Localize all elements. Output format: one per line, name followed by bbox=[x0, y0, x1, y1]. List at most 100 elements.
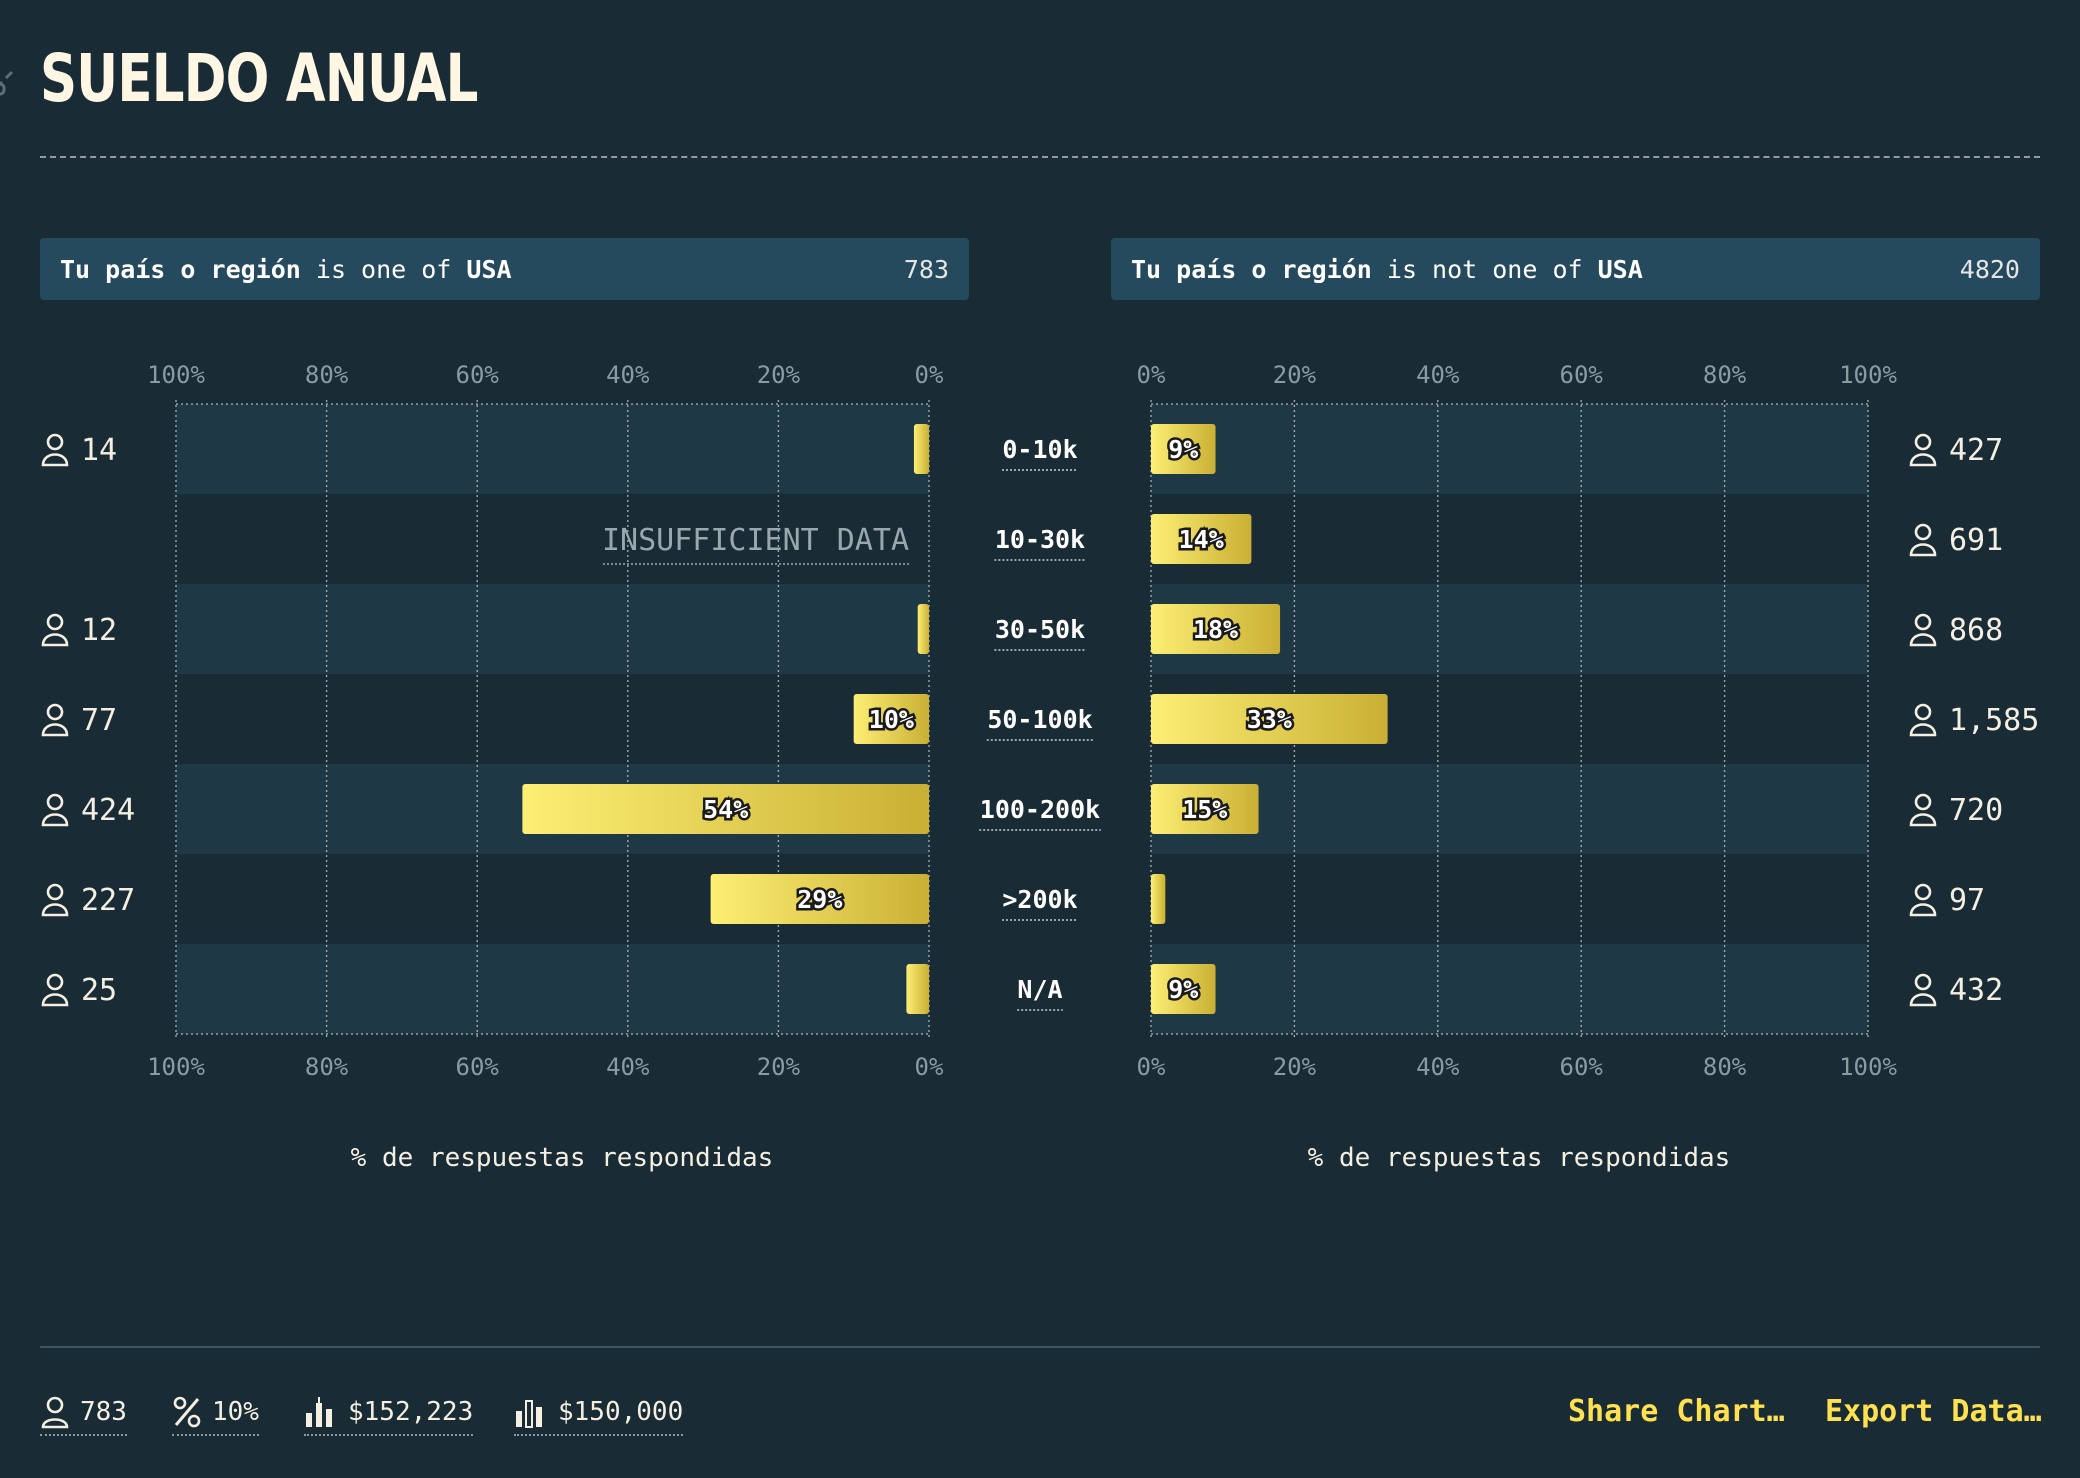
respondent-count-right: 427 bbox=[1949, 433, 2003, 468]
person-icon bbox=[46, 793, 64, 811]
footer-divider bbox=[40, 1346, 2040, 1348]
bar-value-label-right: 9% bbox=[1168, 435, 1198, 464]
bar-left bbox=[917, 604, 929, 654]
person-icon bbox=[1909, 453, 1937, 467]
respondent-count-left: 12 bbox=[81, 613, 117, 648]
share-chart-button[interactable]: Share Chart… bbox=[1568, 1394, 1785, 1429]
x-tick-label-left: 20% bbox=[757, 1053, 801, 1081]
respondent-count-right: 97 bbox=[1949, 883, 1985, 918]
person-icon bbox=[41, 813, 69, 827]
x-tick-label-left: 0% bbox=[915, 361, 944, 389]
x-tick-label-right: 40% bbox=[1416, 1053, 1460, 1081]
category-label: 0-10k bbox=[1002, 435, 1077, 464]
respondent-count-left: 424 bbox=[81, 793, 135, 828]
footer-respondents[interactable]: 783 bbox=[40, 1392, 127, 1436]
category-label: 100-200k bbox=[980, 795, 1100, 824]
respondent-count-right: 720 bbox=[1949, 793, 2003, 828]
person-icon bbox=[1914, 793, 1932, 811]
export-data-button[interactable]: Export Data… bbox=[1825, 1394, 2042, 1429]
mean-bars-icon bbox=[306, 1397, 332, 1427]
x-tick-label-left: 80% bbox=[305, 1053, 349, 1081]
x-tick-label-left: 60% bbox=[456, 1053, 500, 1081]
bar-value-label-right: 14% bbox=[1179, 525, 1224, 554]
respondent-count-left: 14 bbox=[81, 433, 117, 468]
footer-mean[interactable]: $152,223 bbox=[304, 1392, 474, 1436]
category-label: N/A bbox=[1017, 975, 1062, 1004]
x-tick-label-right: 100% bbox=[1839, 1053, 1897, 1081]
person-icon bbox=[1914, 613, 1932, 631]
bar-value-label-right: 15% bbox=[1182, 795, 1227, 824]
respondent-count-left: 25 bbox=[81, 973, 117, 1008]
bar-left bbox=[906, 964, 929, 1014]
person-icon bbox=[41, 453, 69, 467]
row-band-right bbox=[1151, 944, 1868, 1034]
x-tick-label-left: 100% bbox=[147, 361, 205, 389]
person-icon bbox=[41, 1396, 69, 1429]
x-tick-label-left: 40% bbox=[606, 361, 650, 389]
median-bars-icon bbox=[516, 1400, 542, 1428]
respondent-count-right: 868 bbox=[1949, 613, 2003, 648]
person-icon bbox=[1909, 813, 1937, 827]
row-band-left bbox=[176, 584, 929, 674]
x-tick-label-right: 20% bbox=[1273, 361, 1317, 389]
person-icon bbox=[46, 883, 64, 901]
x-tick-label-right: 60% bbox=[1560, 1053, 1604, 1081]
footer-median[interactable]: $150,000 bbox=[514, 1392, 684, 1436]
person-icon bbox=[46, 703, 64, 721]
bar-value-label-left: 10% bbox=[869, 705, 914, 734]
x-tick-label-right: 20% bbox=[1273, 1053, 1317, 1081]
footer-percent[interactable]: 10% bbox=[172, 1392, 259, 1436]
respondent-count-right: 432 bbox=[1949, 973, 2003, 1008]
footer-respondents-value: 783 bbox=[80, 1397, 127, 1427]
person-icon bbox=[1914, 523, 1932, 541]
row-band-left bbox=[176, 404, 929, 494]
x-axis-label-left: % de respuestas respondidas bbox=[351, 1143, 774, 1173]
person-icon bbox=[1909, 723, 1937, 737]
percent-icon bbox=[173, 1396, 201, 1428]
x-tick-label-left: 80% bbox=[305, 361, 349, 389]
x-tick-label-right: 100% bbox=[1839, 361, 1897, 389]
category-label: 50-100k bbox=[987, 705, 1092, 734]
insufficient-data-label: INSUFFICIENT DATA bbox=[602, 523, 909, 558]
respondent-count-right: 691 bbox=[1949, 523, 2003, 558]
footer-median-value: $150,000 bbox=[558, 1397, 684, 1427]
row-band-right bbox=[1151, 404, 1868, 494]
person-icon bbox=[1914, 433, 1932, 451]
respondent-count-left: 77 bbox=[81, 703, 117, 738]
bar-left bbox=[913, 424, 929, 474]
x-tick-label-right: 0% bbox=[1137, 361, 1166, 389]
category-label: 30-50k bbox=[995, 615, 1085, 644]
person-icon bbox=[46, 613, 64, 631]
x-tick-label-right: 80% bbox=[1703, 361, 1747, 389]
person-icon bbox=[1914, 703, 1932, 721]
x-tick-label-right: 40% bbox=[1416, 361, 1460, 389]
x-tick-label-right: 60% bbox=[1560, 361, 1604, 389]
bar-value-label-right: 33% bbox=[1247, 705, 1292, 734]
x-tick-label-left: 20% bbox=[757, 361, 801, 389]
person-icon bbox=[1909, 993, 1937, 1007]
x-tick-label-left: 0% bbox=[915, 1053, 944, 1081]
bar-value-label-left: 29% bbox=[797, 885, 842, 914]
respondent-count-right: 1,585 bbox=[1949, 703, 2039, 738]
person-icon bbox=[1909, 543, 1937, 557]
person-icon bbox=[1909, 633, 1937, 647]
bar-value-label-right: 18% bbox=[1193, 615, 1238, 644]
person-icon bbox=[1914, 883, 1932, 901]
footer-mean-value: $152,223 bbox=[348, 1397, 474, 1427]
row-band-left bbox=[176, 944, 929, 1034]
x-tick-label-left: 100% bbox=[147, 1053, 205, 1081]
footer-percent-value: 10% bbox=[212, 1397, 259, 1427]
bar-right bbox=[1151, 874, 1166, 924]
person-icon bbox=[41, 993, 69, 1007]
person-icon bbox=[41, 633, 69, 647]
category-label: >200k bbox=[1002, 885, 1077, 914]
person-icon bbox=[46, 973, 64, 991]
person-icon bbox=[1909, 903, 1937, 917]
bar-value-label-right: 9% bbox=[1168, 975, 1198, 1004]
person-icon bbox=[1914, 973, 1932, 991]
x-tick-label-left: 40% bbox=[606, 1053, 650, 1081]
x-tick-label-left: 60% bbox=[456, 361, 500, 389]
person-icon bbox=[41, 723, 69, 737]
bar-value-label-left: 54% bbox=[703, 795, 748, 824]
respondent-count-left: 227 bbox=[81, 883, 135, 918]
